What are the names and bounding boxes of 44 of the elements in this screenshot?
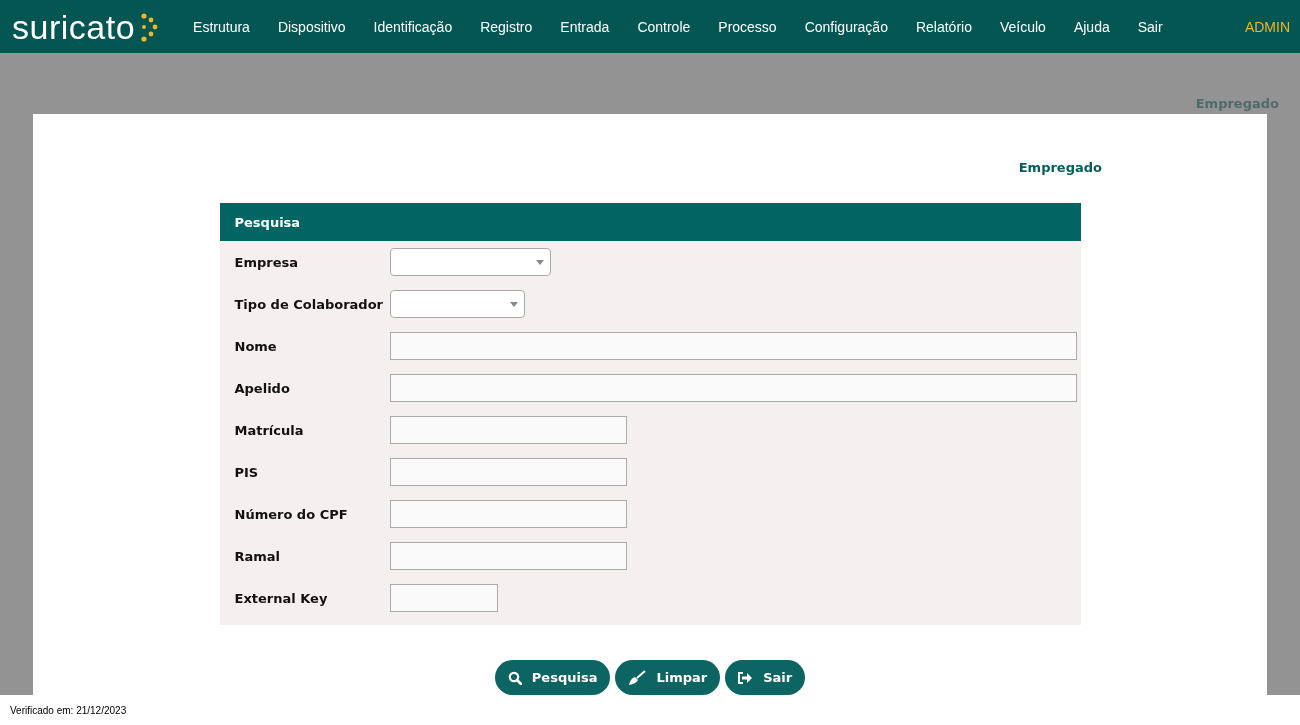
menu-item[interactable]: Sair [1123, 18, 1177, 35]
clear-button[interactable]: Limpar [615, 660, 721, 695]
menu-item[interactable]: Veículo [985, 18, 1060, 35]
field-label: Apelido [234, 380, 291, 396]
broom-icon [628, 669, 647, 686]
input-field[interactable] [389, 500, 627, 528]
logo-text: suricato [12, 9, 136, 44]
menu-item[interactable]: Relatório [901, 18, 986, 35]
field-label: Ramal [234, 548, 282, 564]
menu-item[interactable]: Registro [466, 18, 547, 35]
field-label: External Key [234, 590, 329, 606]
menu-item[interactable]: Ajuda [1059, 18, 1124, 35]
menu-item[interactable]: Processo [704, 18, 791, 35]
dropdown-arrow-icon [535, 259, 544, 265]
exit-button[interactable]: Sair [725, 660, 806, 695]
menu-item[interactable]: Controle [623, 18, 705, 35]
field-label: Número do CPF [234, 506, 349, 522]
menu-item[interactable]: Identificação [359, 18, 467, 35]
dropdown-arrow-icon [509, 301, 518, 307]
menu-item[interactable]: Dispositivo [263, 18, 360, 35]
panel-header: Pesquisa [219, 203, 1081, 241]
input-field[interactable] [389, 416, 627, 444]
dropdown[interactable] [389, 248, 551, 276]
search-button[interactable]: Pesquisa [494, 660, 611, 695]
exit-icon [738, 671, 754, 684]
input-field[interactable] [389, 458, 627, 486]
page-title: Empregado [1018, 160, 1102, 175]
input-field[interactable] [389, 374, 1077, 402]
menu-item[interactable]: Configuração [790, 18, 902, 35]
menu-item[interactable]: Estrutura [179, 18, 264, 35]
user-name: ADMIN [1244, 18, 1290, 35]
dropdown[interactable] [389, 290, 525, 318]
input-field[interactable] [389, 332, 1077, 360]
field-label: Tipo de Colaborador [234, 296, 384, 312]
footer-text: Verificado em: 21/12/2023 [9, 704, 128, 716]
input-field[interactable] [389, 584, 498, 612]
field-label: PIS [234, 464, 260, 480]
search-icon [507, 670, 522, 685]
input-field[interactable] [389, 542, 627, 570]
menu-item[interactable]: Entrada [546, 18, 624, 35]
field-label: Empresa [234, 254, 299, 270]
field-label: Matrícula [234, 422, 305, 438]
breadcrumb: Empregado [1195, 96, 1279, 111]
field-label: Nome [234, 338, 278, 354]
